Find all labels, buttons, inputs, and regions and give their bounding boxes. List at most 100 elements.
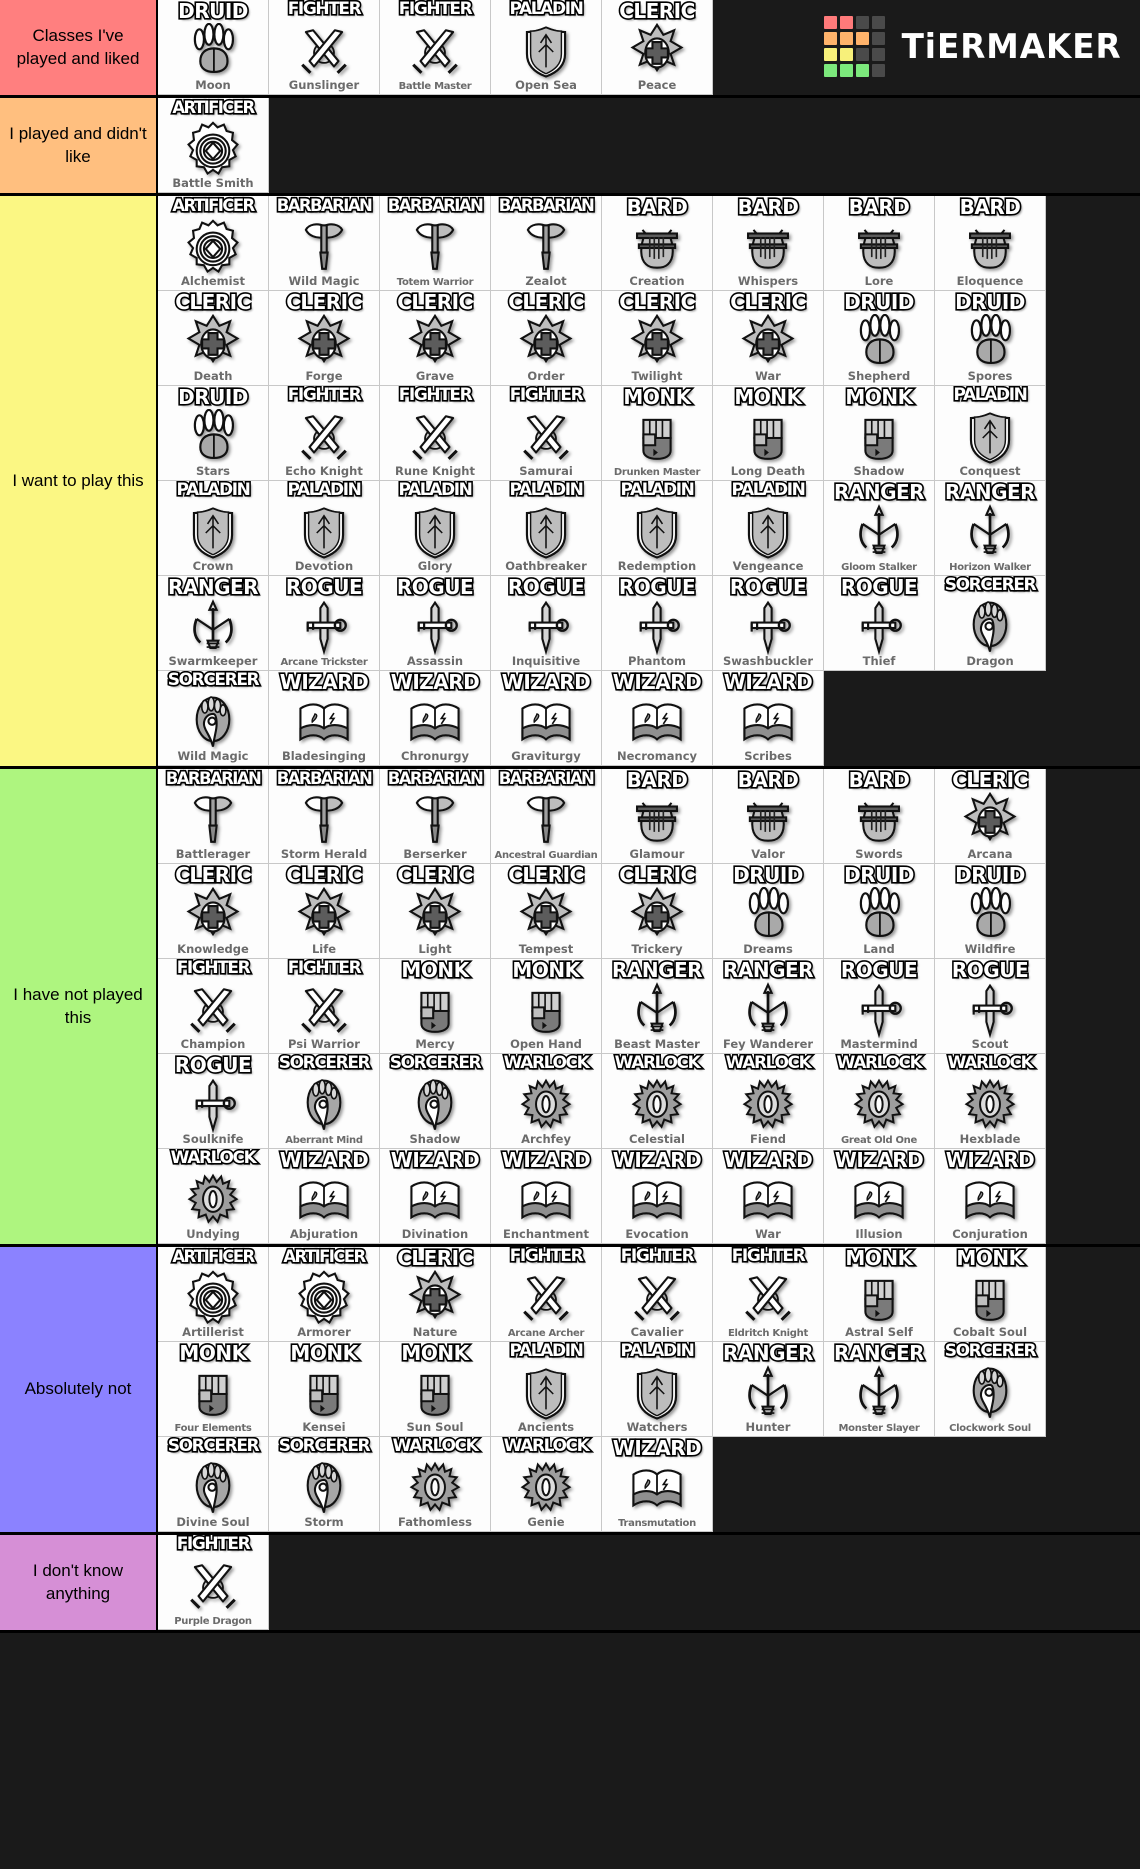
tier-item[interactable]: BARD Eloquence <box>935 196 1046 291</box>
tier-item[interactable]: FIGHTER Echo Knight <box>269 386 380 481</box>
tier-item[interactable]: ROGUE Mastermind <box>824 959 935 1054</box>
tier-item[interactable]: MONK Mercy <box>380 959 491 1054</box>
tier-item[interactable]: SORCERER Clockwork Soul <box>935 1342 1046 1437</box>
tier-item[interactable]: CLERIC War <box>713 291 824 386</box>
tier-item[interactable]: FIGHTER Champion <box>158 959 269 1054</box>
tier-item[interactable]: SORCERER Aberrant Mind <box>269 1054 380 1149</box>
tier-item[interactable]: MONK Sun Soul <box>380 1342 491 1437</box>
tier-item[interactable]: FIGHTER Rune Knight <box>380 386 491 481</box>
tier-item[interactable]: WARLOCK Genie <box>491 1437 602 1532</box>
tier-item[interactable]: WARLOCK Celestial <box>602 1054 713 1149</box>
tier-item[interactable]: WIZARD Abjuration <box>269 1149 380 1244</box>
tier-item[interactable]: WARLOCK Fathomless <box>380 1437 491 1532</box>
tier-item[interactable]: RANGER Monster Slayer <box>824 1342 935 1437</box>
tier-item[interactable]: WIZARD Bladesinging <box>269 671 380 766</box>
tier-item[interactable]: ARTIFICER Armorer <box>269 1247 380 1342</box>
tier-item[interactable]: PALADIN Vengeance <box>713 481 824 576</box>
tier-item[interactable]: WIZARD Enchantment <box>491 1149 602 1244</box>
tier-item[interactable]: BARBARIAN Battlerager <box>158 769 269 864</box>
tier-item[interactable]: FIGHTER Battle Master <box>380 0 491 95</box>
tier-item[interactable]: CLERIC Grave <box>380 291 491 386</box>
tier-item[interactable]: CLERIC Order <box>491 291 602 386</box>
tier-item[interactable]: BARD Whispers <box>713 196 824 291</box>
tier-item[interactable]: WIZARD Evocation <box>602 1149 713 1244</box>
tier-item[interactable]: ROGUE Arcane Trickster <box>269 576 380 671</box>
tier-item[interactable]: PALADIN Glory <box>380 481 491 576</box>
tier-item[interactable]: ROGUE Scout <box>935 959 1046 1054</box>
tier-item[interactable]: FIGHTER Arcane Archer <box>491 1247 602 1342</box>
tier-label[interactable]: I played and didn't like <box>0 98 158 193</box>
tier-item[interactable]: CLERIC Forge <box>269 291 380 386</box>
tier-item[interactable]: WIZARD Necromancy <box>602 671 713 766</box>
tier-item[interactable]: SORCERER Wild Magic <box>158 671 269 766</box>
tier-item[interactable]: WARLOCK Great Old One <box>824 1054 935 1149</box>
tier-item[interactable]: DRUID Land <box>824 864 935 959</box>
tier-item[interactable]: DRUID Spores <box>935 291 1046 386</box>
tier-item[interactable]: DRUID Moon <box>158 0 269 95</box>
tier-item[interactable]: WARLOCK Fiend <box>713 1054 824 1149</box>
tier-item[interactable]: CLERIC Tempest <box>491 864 602 959</box>
tier-item[interactable]: PALADIN Oathbreaker <box>491 481 602 576</box>
tier-item[interactable]: MONK Four Elements <box>158 1342 269 1437</box>
tier-item[interactable]: PALADIN Conquest <box>935 386 1046 481</box>
tier-item[interactable]: CLERIC Life <box>269 864 380 959</box>
tier-label[interactable]: I want to play this <box>0 196 158 766</box>
tier-item[interactable]: PALADIN Crown <box>158 481 269 576</box>
tier-item[interactable]: PALADIN Ancients <box>491 1342 602 1437</box>
tier-item[interactable]: SORCERER Shadow <box>380 1054 491 1149</box>
tier-item[interactable]: RANGER Swarmkeeper <box>158 576 269 671</box>
tier-item[interactable]: ROGUE Swashbuckler <box>713 576 824 671</box>
tier-item[interactable]: BARBARIAN Storm Herald <box>269 769 380 864</box>
tier-item[interactable]: MONK Cobalt Soul <box>935 1247 1046 1342</box>
tier-item[interactable]: PALADIN Devotion <box>269 481 380 576</box>
tier-item[interactable]: FIGHTER Gunslinger <box>269 0 380 95</box>
tier-item[interactable]: MONK Drunken Master <box>602 386 713 481</box>
tier-item[interactable]: FIGHTER Psi Warrior <box>269 959 380 1054</box>
tier-item[interactable]: CLERIC Arcana <box>935 769 1046 864</box>
tier-item[interactable]: MONK Open Hand <box>491 959 602 1054</box>
tier-item[interactable]: WIZARD Scribes <box>713 671 824 766</box>
tier-item[interactable]: PALADIN Open Sea <box>491 0 602 95</box>
tier-item[interactable]: RANGER Fey Wanderer <box>713 959 824 1054</box>
tier-item[interactable]: WARLOCK Hexblade <box>935 1054 1046 1149</box>
tier-item[interactable]: CLERIC Knowledge <box>158 864 269 959</box>
tier-item[interactable]: SORCERER Divine Soul <box>158 1437 269 1532</box>
tier-item[interactable]: ARTIFICER Artillerist <box>158 1247 269 1342</box>
tier-item[interactable]: DRUID Dreams <box>713 864 824 959</box>
tier-item[interactable]: WIZARD Graviturgy <box>491 671 602 766</box>
tier-item[interactable]: RANGER Hunter <box>713 1342 824 1437</box>
tier-item[interactable]: FIGHTER Purple Dragon <box>158 1535 269 1630</box>
tier-item[interactable]: CLERIC Death <box>158 291 269 386</box>
tier-item[interactable]: BARBARIAN Wild Magic <box>269 196 380 291</box>
tier-item[interactable]: BARD Glamour <box>602 769 713 864</box>
tier-item[interactable]: ARTIFICER Battle Smith <box>158 98 269 193</box>
tier-item[interactable]: ROGUE Soulknife <box>158 1054 269 1149</box>
tier-item[interactable]: FIGHTER Eldritch Knight <box>713 1247 824 1342</box>
tier-item[interactable]: WIZARD Divination <box>380 1149 491 1244</box>
tier-item[interactable]: WIZARD Conjuration <box>935 1149 1046 1244</box>
tier-item[interactable]: CLERIC Light <box>380 864 491 959</box>
tier-item[interactable]: BARD Valor <box>713 769 824 864</box>
tier-item[interactable]: BARD Lore <box>824 196 935 291</box>
tier-item[interactable]: RANGER Gloom Stalker <box>824 481 935 576</box>
tier-item[interactable]: BARBARIAN Ancestral Guardian <box>491 769 602 864</box>
tier-item[interactable]: DRUID Stars <box>158 386 269 481</box>
tier-item[interactable]: WIZARD Chronurgy <box>380 671 491 766</box>
tier-item[interactable]: DRUID Wildfire <box>935 864 1046 959</box>
tier-item[interactable]: BARBARIAN Totem Warrior <box>380 196 491 291</box>
tier-item[interactable]: ROGUE Assassin <box>380 576 491 671</box>
tier-item[interactable]: MONK Astral Self <box>824 1247 935 1342</box>
tier-label[interactable]: I have not played this <box>0 769 158 1244</box>
tier-item[interactable]: SORCERER Dragon <box>935 576 1046 671</box>
tier-item[interactable]: RANGER Horizon Walker <box>935 481 1046 576</box>
tier-item[interactable]: WIZARD Transmutation <box>602 1437 713 1532</box>
tier-item[interactable]: BARBARIAN Zealot <box>491 196 602 291</box>
tier-item[interactable]: BARBARIAN Berserker <box>380 769 491 864</box>
tier-item[interactable]: RANGER Beast Master <box>602 959 713 1054</box>
tier-item[interactable]: PALADIN Redemption <box>602 481 713 576</box>
tier-item[interactable]: ARTIFICER Alchemist <box>158 196 269 291</box>
tier-item[interactable]: WARLOCK Undying <box>158 1149 269 1244</box>
tier-item[interactable]: CLERIC Peace <box>602 0 713 95</box>
tier-item[interactable]: ROGUE Inquisitive <box>491 576 602 671</box>
tier-item[interactable]: FIGHTER Samurai <box>491 386 602 481</box>
